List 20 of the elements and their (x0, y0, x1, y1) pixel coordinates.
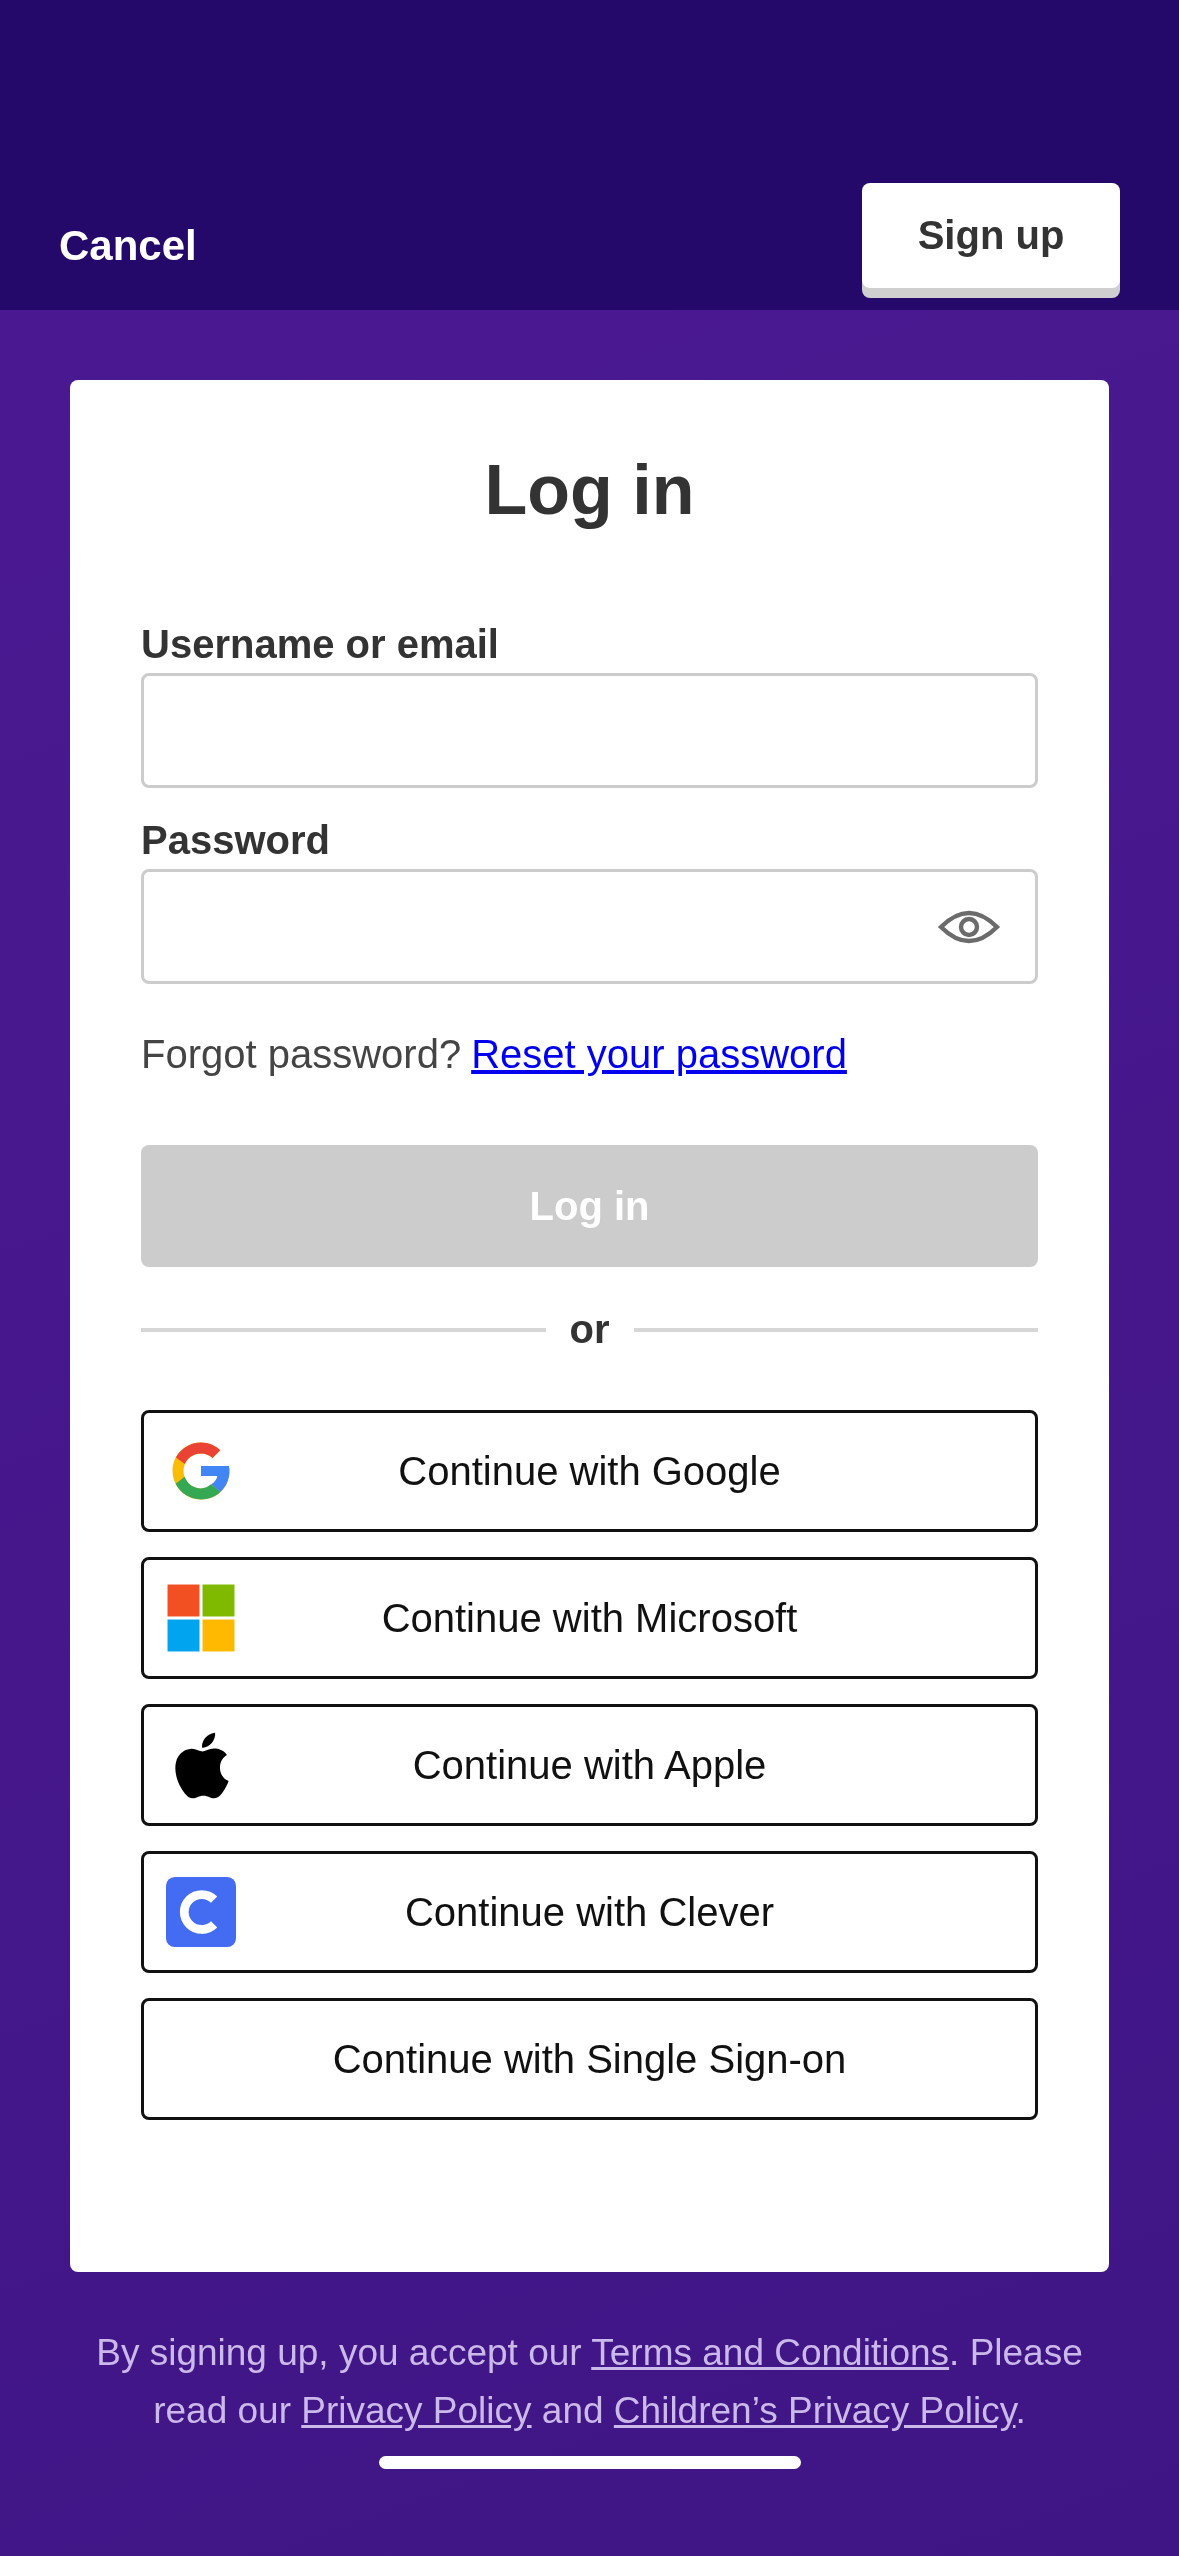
continue-button[interactable]: Continue with Apple (141, 1704, 1038, 1826)
username-field[interactable] (141, 673, 1038, 788)
policy-link[interactable]: Privacy Policy (301, 2390, 532, 2431)
reset-password-link[interactable]: Reset your password (471, 1032, 847, 1077)
continue-button[interactable]: Continue with Clever (141, 1851, 1038, 1973)
cancel-button[interactable]: Cancel (59, 222, 197, 270)
field-label: Username or email (141, 622, 499, 667)
forgot-text: Forgot password? (141, 1032, 462, 1077)
four-squares-icon (166, 1583, 236, 1653)
c-letter-icon (166, 1877, 236, 1947)
policy-link[interactable]: Terms and Conditions (591, 2332, 950, 2373)
continue-button[interactable]: Continue with Google (141, 1410, 1038, 1532)
divider-label: or (569, 1307, 610, 1352)
field-label: Password (141, 818, 330, 863)
continue-button[interactable]: Continue with Single Sign-on (141, 1998, 1038, 2120)
terms-notice: By signing up, you accept our Terms and Conditions. Please read our Privacy Policy and Children’s Privacy Policy. (95, 2331, 1084, 2433)
continue-button[interactable]: Continue with Microsoft (141, 1557, 1038, 1679)
password-field[interactable] (141, 869, 1038, 984)
policy-link[interactable]: Children’s Privacy Policy (613, 2390, 1016, 2431)
login-title: Log in (484, 450, 695, 530)
